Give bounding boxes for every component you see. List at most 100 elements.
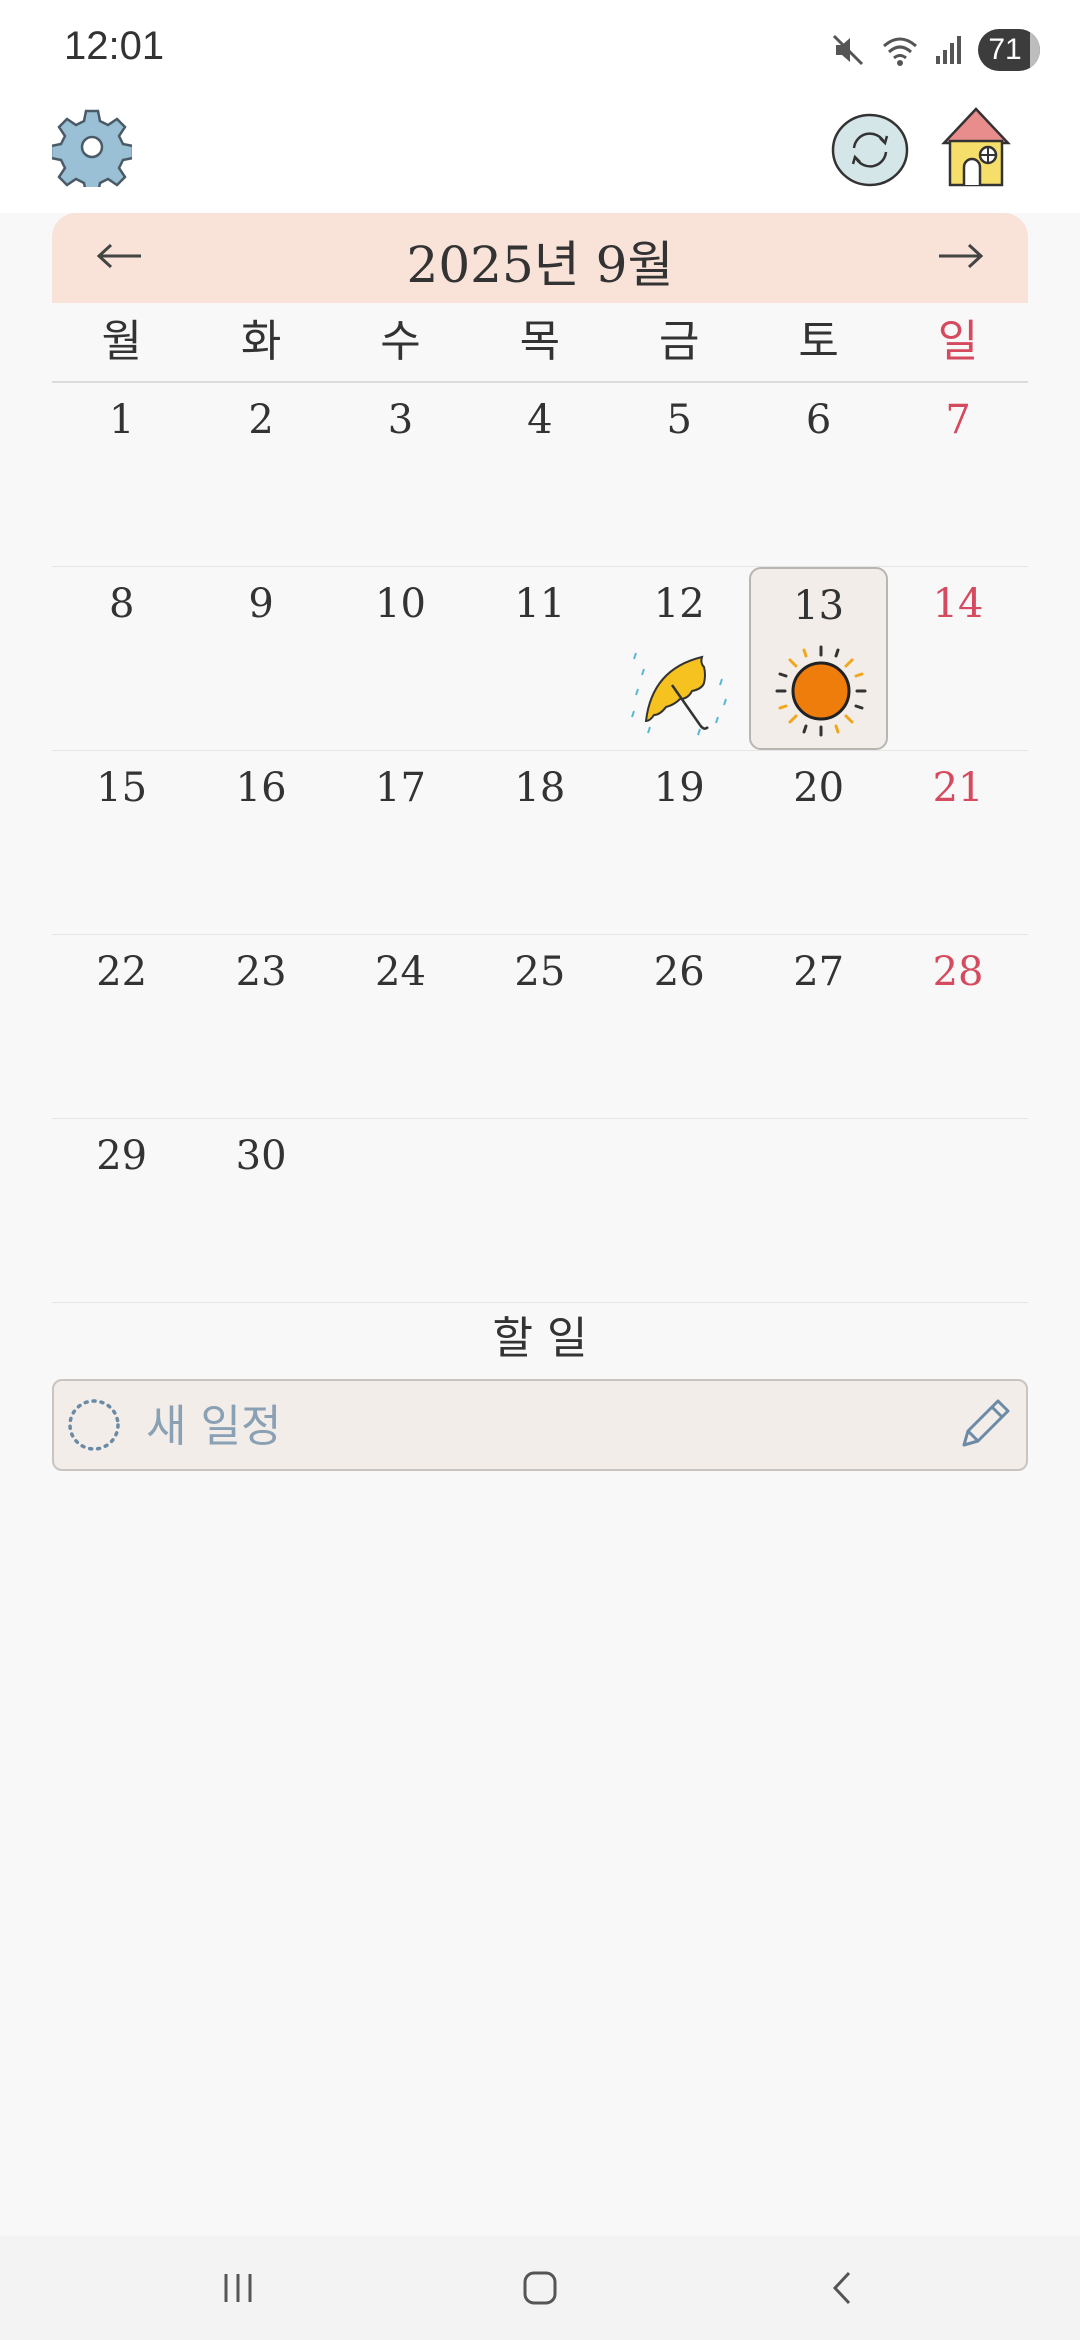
weekday-fri: 금 (659, 316, 700, 367)
day-number: 18 (514, 765, 566, 811)
gear-icon (52, 109, 132, 187)
day-cell-selected[interactable]: 13 (748, 567, 889, 750)
signal-icon (936, 36, 961, 64)
recent-apps-icon (224, 2274, 252, 2302)
home-button[interactable] (936, 103, 1016, 191)
day-number: 11 (514, 581, 566, 627)
month-header: 2025년 9월 (52, 213, 1028, 303)
day-cell[interactable]: 8 (52, 567, 191, 750)
arrow-right-icon (939, 243, 984, 269)
day-number: 25 (514, 949, 566, 995)
day-cell[interactable]: 28 (888, 935, 1027, 1118)
week-row: 8 9 10 11 12 13 14 (52, 567, 1028, 751)
day-cell[interactable]: 10 (331, 567, 470, 750)
day-number: 8 (108, 581, 135, 627)
settings-button[interactable] (52, 107, 132, 187)
weekday-wed: 수 (380, 316, 421, 367)
day-cell[interactable]: 15 (52, 751, 191, 934)
calendar-grid: 1 2 3 4 5 6 7 8 9 10 11 12 13 14 15 16 1… (52, 383, 1028, 1303)
day-cell[interactable]: 5 (610, 383, 749, 566)
day-number: 2 (248, 397, 274, 443)
day-cell[interactable]: 30 (191, 1119, 330, 1302)
day-cell[interactable]: 23 (191, 935, 330, 1118)
day-cell[interactable]: 24 (331, 935, 470, 1118)
day-number: 22 (96, 949, 148, 995)
day-number: 9 (248, 581, 274, 627)
day-number: 19 (653, 765, 705, 811)
status-bar: 12:01 71 (0, 0, 1080, 95)
week-row: 29 30 (52, 1119, 1028, 1303)
day-number: 14 (932, 581, 984, 627)
day-cell[interactable]: 21 (888, 751, 1027, 934)
system-nav-bar (0, 2236, 1080, 2340)
day-cell[interactable]: 3 (331, 383, 470, 566)
day-cell[interactable]: 11 (470, 567, 609, 750)
back-button[interactable] (803, 2258, 883, 2318)
day-number: 13 (793, 583, 845, 629)
day-cell[interactable]: 27 (749, 935, 888, 1118)
day-cell[interactable]: 18 (470, 751, 609, 934)
next-month-button[interactable] (930, 231, 990, 281)
day-number: 1 (108, 397, 135, 443)
weekday-thu: 목 (519, 316, 561, 367)
day-cell[interactable]: 19 (610, 751, 749, 934)
day-cell[interactable]: 25 (470, 935, 609, 1118)
day-number: 17 (375, 765, 426, 811)
sun-icon (775, 645, 867, 737)
dotted-circle-icon[interactable] (66, 1397, 122, 1453)
day-cell[interactable]: 20 (749, 751, 888, 934)
day-cell[interactable]: 12 (610, 567, 749, 750)
wifi-icon (883, 37, 917, 66)
day-number: 20 (793, 765, 845, 811)
weekday-mon: 월 (101, 316, 142, 367)
day-cell[interactable]: 29 (52, 1119, 191, 1302)
weekday-sun: 일 (937, 316, 979, 367)
day-cell[interactable]: 9 (191, 567, 330, 750)
day-cell-empty (749, 1119, 888, 1302)
weekday-tue: 화 (240, 316, 282, 367)
refresh-button[interactable] (830, 110, 910, 190)
day-cell[interactable]: 4 (470, 383, 609, 566)
day-number: 7 (945, 397, 971, 443)
day-number: 21 (932, 765, 984, 811)
week-row: 22 23 24 25 26 27 28 (52, 935, 1028, 1119)
pencil-icon[interactable] (954, 1395, 1014, 1455)
day-number: 16 (235, 765, 287, 811)
day-cell[interactable]: 26 (610, 935, 749, 1118)
day-number: 30 (235, 1133, 287, 1179)
todo-heading: 할 일 (492, 1313, 588, 1364)
day-number: 15 (96, 765, 148, 811)
recent-apps-button[interactable] (198, 2258, 278, 2318)
home-nav-icon (523, 2271, 557, 2305)
day-cell[interactable]: 14 (888, 567, 1027, 750)
day-cell[interactable]: 17 (331, 751, 470, 934)
day-cell[interactable]: 6 (749, 383, 888, 566)
day-number: 3 (387, 397, 414, 443)
week-row: 1 2 3 4 5 6 7 (52, 383, 1028, 567)
refresh-icon (831, 113, 909, 187)
day-cell[interactable]: 16 (191, 751, 330, 934)
day-number: 29 (96, 1133, 148, 1179)
day-cell[interactable]: 1 (52, 383, 191, 566)
home-nav-button[interactable] (500, 2258, 580, 2318)
day-cell[interactable]: 2 (191, 383, 330, 566)
day-cell[interactable]: 7 (888, 383, 1027, 566)
day-number: 10 (375, 581, 426, 627)
new-todo-row (52, 1379, 1028, 1471)
day-number: 12 (653, 581, 705, 627)
month-title: 2025년 9월 (406, 236, 674, 294)
day-number: 27 (793, 949, 845, 995)
weekday-row: 월 화 수 목 금 토 일 (52, 303, 1028, 383)
day-number: 23 (235, 949, 287, 995)
day-number: 4 (527, 397, 553, 443)
mute-icon (832, 34, 864, 66)
umbrella-rain-icon (630, 652, 727, 736)
day-cell-empty (610, 1119, 749, 1302)
status-time: 12:01 (64, 24, 165, 68)
battery-indicator: 71 (978, 29, 1040, 71)
day-cell[interactable]: 22 (52, 935, 191, 1118)
new-todo-input[interactable] (144, 1395, 908, 1457)
day-cell-empty (470, 1119, 609, 1302)
day-number: 28 (932, 949, 984, 995)
top-toolbar (0, 95, 1080, 213)
